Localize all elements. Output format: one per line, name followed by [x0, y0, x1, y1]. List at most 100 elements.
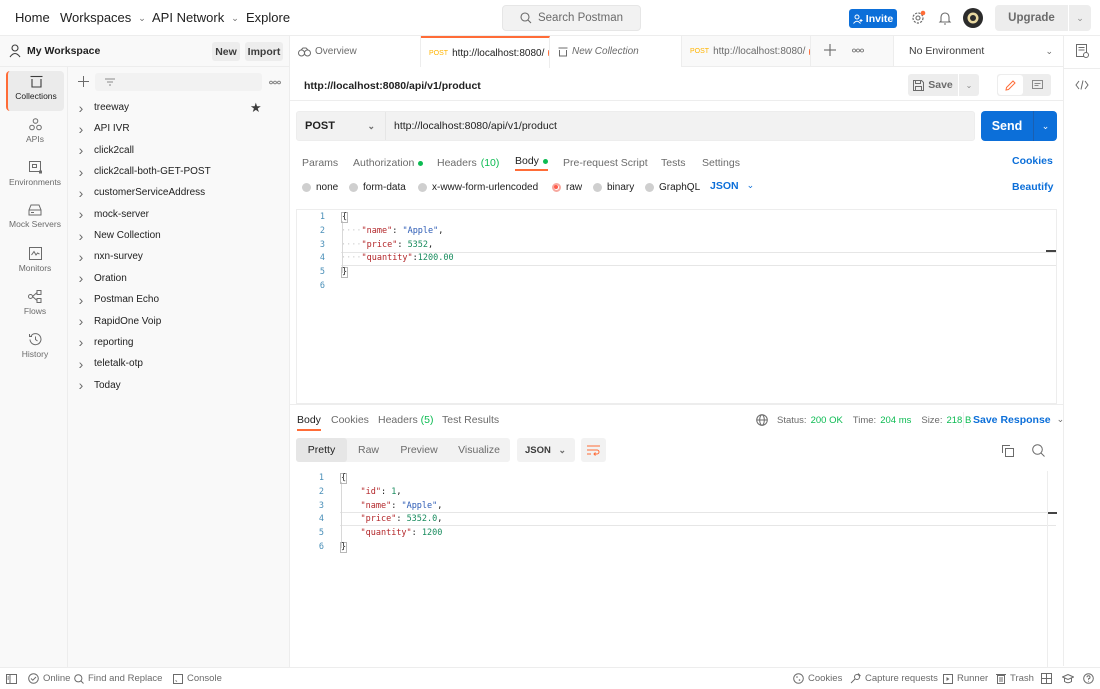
tab-authorization[interactable]: Authorization: [353, 153, 424, 173]
collection-item[interactable]: › treeway ★: [68, 97, 290, 118]
collection-item[interactable]: › click2call: [68, 140, 290, 161]
raw-format-select[interactable]: JSON ⌄: [710, 180, 754, 192]
collection-item[interactable]: › customerServiceAddress: [68, 182, 290, 203]
radio-binary[interactable]: binary: [593, 181, 634, 193]
nav-explore[interactable]: Explore: [246, 0, 290, 36]
comments-mode-button[interactable]: [1024, 74, 1051, 96]
chevron-right-icon[interactable]: ›: [68, 334, 94, 350]
bootcamp-icon[interactable]: [1062, 668, 1074, 689]
filter-collections-input[interactable]: [95, 73, 262, 91]
avatar[interactable]: [963, 8, 983, 28]
collection-item[interactable]: › New Collection: [68, 225, 290, 246]
response-body-viewer[interactable]: 1 {2 "id": 1, 3 "name": "Apple", 4 "price":…: [296, 470, 1057, 667]
send-dropdown-button[interactable]: ⌄: [1033, 111, 1057, 141]
view-pretty[interactable]: Pretty: [296, 438, 347, 462]
help-icon[interactable]: [1083, 668, 1094, 689]
rail-item-apis[interactable]: APIs: [6, 114, 64, 154]
settings-icon[interactable]: [910, 10, 926, 26]
beautify-link[interactable]: Beautify: [1012, 181, 1053, 193]
collection-item[interactable]: › Oration: [68, 268, 290, 289]
two-pane-view-icon[interactable]: [1041, 668, 1052, 689]
chevron-right-icon[interactable]: ›: [68, 292, 94, 308]
online-status[interactable]: Online: [28, 668, 70, 689]
runner-button[interactable]: Runner: [943, 668, 988, 689]
new-tab-plus-icon[interactable]: [824, 44, 836, 56]
tab-post-request-active[interactable]: POST http://localhost:8080/: [421, 36, 550, 68]
chevron-right-icon[interactable]: ›: [68, 100, 94, 116]
edit-mode-button[interactable]: [998, 75, 1023, 95]
console-button[interactable]: Console: [173, 668, 222, 689]
collection-item[interactable]: › teletalk-otp: [68, 353, 290, 374]
size-value[interactable]: 218 B: [946, 415, 971, 426]
collection-item[interactable]: › click2call-both-GET-POST: [68, 161, 290, 182]
time-value[interactable]: 204 ms: [880, 415, 911, 426]
trash-button[interactable]: Trash: [996, 668, 1034, 689]
capture-requests-button[interactable]: Capture requests: [850, 668, 938, 689]
environment-selector[interactable]: No Environment ⌄: [893, 36, 1063, 67]
collection-item[interactable]: › reporting: [68, 332, 290, 353]
new-button[interactable]: New: [212, 42, 240, 61]
vertical-scrollbar[interactable]: [1047, 471, 1057, 667]
tab-tests[interactable]: Tests: [661, 153, 686, 173]
search-input[interactable]: Search Postman: [502, 5, 641, 31]
notifications-bell-icon[interactable]: [938, 10, 952, 26]
send-button[interactable]: Send: [981, 111, 1033, 141]
toggle-sidebar-icon[interactable]: [6, 668, 17, 689]
chevron-right-icon[interactable]: ›: [68, 121, 94, 137]
tab-headers[interactable]: Headers (10): [437, 153, 499, 173]
collection-item[interactable]: › nxn-survey: [68, 246, 290, 267]
chevron-right-icon[interactable]: ›: [68, 164, 94, 180]
chevron-right-icon[interactable]: ›: [68, 249, 94, 265]
request-title[interactable]: http://localhost:8080/api/v1/product: [304, 80, 481, 92]
url-input[interactable]: http://localhost:8080/api/v1/product: [394, 112, 557, 140]
chevron-right-icon[interactable]: ›: [68, 270, 94, 286]
rail-item-history[interactable]: History: [6, 329, 64, 369]
chevron-right-icon[interactable]: ›: [68, 377, 94, 393]
tab-body[interactable]: Body: [515, 153, 548, 171]
response-tab-cookies[interactable]: Cookies: [331, 414, 369, 426]
rail-item-mock-servers[interactable]: Mock Servers: [6, 200, 64, 240]
collection-item[interactable]: › mock-server: [68, 204, 290, 225]
search-icon[interactable]: [1032, 444, 1045, 457]
wrap-lines-button[interactable]: [581, 438, 606, 462]
method-select[interactable]: POST ⌄: [297, 112, 386, 140]
rail-item-collections[interactable]: Collections: [6, 71, 64, 111]
save-button[interactable]: Save: [908, 74, 958, 96]
radio-graphql[interactable]: GraphQL: [645, 181, 700, 193]
radio-x-www-form-urlencoded[interactable]: x-www-form-urlencoded: [418, 181, 538, 193]
upgrade-dropdown-button[interactable]: ⌄: [1069, 5, 1091, 31]
tab-params[interactable]: Params: [302, 153, 338, 173]
globe-icon[interactable]: [756, 414, 768, 426]
radio-form-data[interactable]: form-data: [349, 181, 406, 193]
collection-item[interactable]: › Postman Echo: [68, 289, 290, 310]
workspace-name[interactable]: My Workspace: [27, 45, 100, 57]
view-visualize[interactable]: Visualize: [448, 438, 510, 462]
response-tab-headers[interactable]: Headers (5): [378, 414, 433, 426]
cookies-button[interactable]: Cookies: [793, 668, 842, 689]
chevron-right-icon[interactable]: ›: [68, 206, 94, 222]
star-icon[interactable]: ★: [250, 100, 262, 116]
nav-home[interactable]: Home: [15, 0, 50, 36]
chevron-right-icon[interactable]: ›: [68, 228, 94, 244]
collection-item[interactable]: › Today: [68, 375, 290, 396]
radio-raw[interactable]: raw: [552, 181, 582, 193]
more-tabs-icon[interactable]: [852, 48, 864, 53]
add-collection-plus-icon[interactable]: [78, 76, 89, 87]
import-button[interactable]: Import: [245, 42, 283, 61]
nav-api-network[interactable]: API Network ⌄: [152, 0, 239, 36]
chevron-right-icon[interactable]: ›: [68, 356, 94, 372]
radio-none[interactable]: none: [302, 181, 338, 193]
copy-icon[interactable]: [1002, 445, 1014, 457]
rail-item-flows[interactable]: Flows: [6, 286, 64, 326]
collection-item[interactable]: › RapidOne Voip: [68, 311, 290, 332]
collection-item[interactable]: › API IVR: [68, 118, 290, 139]
tab-post-request[interactable]: POST http://localhost:8080/: [682, 36, 811, 67]
environment-quick-look-icon[interactable]: [1076, 44, 1089, 58]
rail-item-monitors[interactable]: Monitors: [6, 243, 64, 283]
more-options-icon[interactable]: [269, 80, 281, 85]
view-preview[interactable]: Preview: [390, 438, 448, 462]
status-value[interactable]: 200 OK: [811, 415, 843, 426]
invite-button[interactable]: Invite: [849, 9, 897, 28]
nav-workspaces[interactable]: Workspaces ⌄: [60, 0, 146, 36]
find-and-replace-button[interactable]: Find and Replace: [74, 668, 162, 689]
